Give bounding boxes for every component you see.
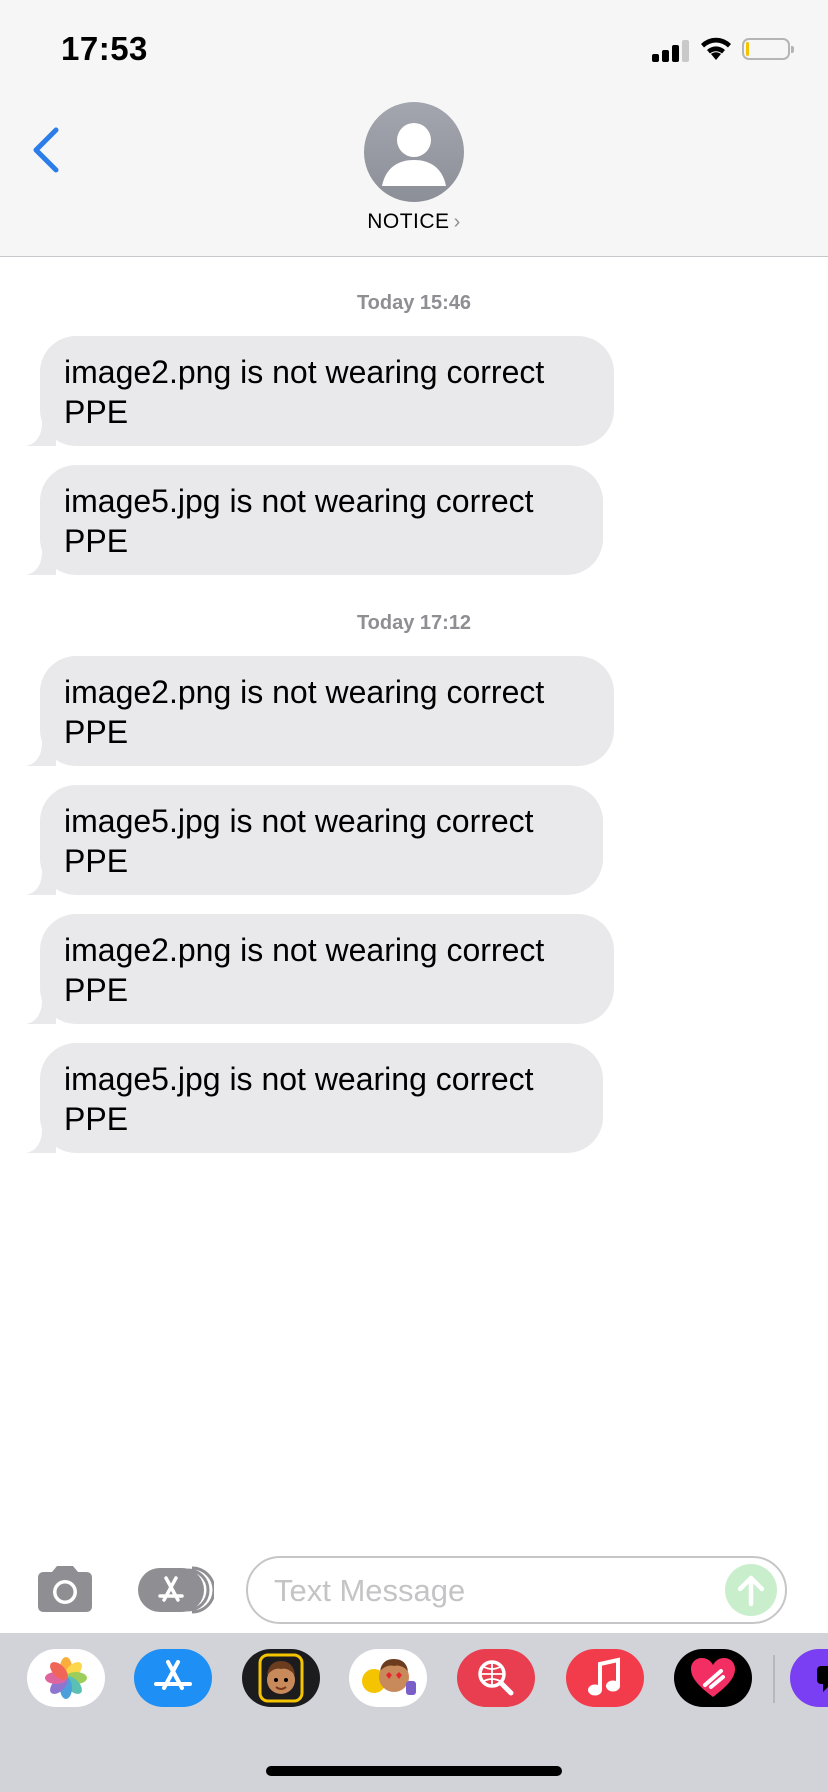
message-bubble[interactable]: image2.png is not wearing correct PPE	[26, 914, 614, 1024]
camera-button[interactable]	[34, 1564, 96, 1614]
app-store-drawer-button[interactable]	[138, 1566, 216, 1614]
message-bubble[interactable]: image2.png is not wearing correct PPE	[26, 656, 614, 766]
message-bubble[interactable]: image5.jpg is not wearing correct PPE	[26, 465, 603, 575]
back-button[interactable]	[28, 124, 68, 178]
drawer-divider	[773, 1655, 775, 1703]
message-input[interactable]	[272, 1568, 716, 1614]
more-apps-button[interactable]	[790, 1649, 828, 1707]
chevron-right-icon: ›	[453, 211, 461, 233]
message-input-field[interactable]	[246, 1556, 787, 1624]
app-store-app-button[interactable]	[134, 1649, 212, 1707]
photos-app-button[interactable]	[27, 1649, 105, 1707]
message-line: PPE	[64, 714, 129, 750]
message-line: PPE	[64, 843, 129, 879]
person-icon	[382, 123, 446, 186]
contact-avatar[interactable]	[364, 102, 464, 202]
app-store-icon	[154, 1660, 192, 1690]
timestamp: Today 15:46	[356, 292, 472, 314]
more-apps-icon	[817, 1666, 828, 1692]
message-bubble[interactable]: image5.jpg is not wearing correct PPE	[26, 785, 603, 895]
battery-icon	[742, 38, 794, 60]
message-line: image2.png is not wearing correct	[64, 354, 545, 390]
music-app-button[interactable]	[566, 1649, 644, 1707]
web-search-app-button[interactable]	[457, 1649, 535, 1707]
contact-name: NOTICE	[367, 210, 450, 233]
animoji-stickers-icon	[362, 1659, 416, 1695]
message-bubble[interactable]: image5.jpg is not wearing correct PPE	[26, 1043, 603, 1153]
chevron-left-icon	[33, 127, 59, 173]
contact-name-button[interactable]: NOTICE ›	[0, 210, 828, 234]
message-line: PPE	[64, 972, 129, 1008]
memoji-app-button[interactable]	[242, 1649, 320, 1707]
message-line: PPE	[64, 523, 129, 559]
message-line: image5.jpg is not wearing correct	[64, 1061, 534, 1097]
message-line: PPE	[64, 394, 129, 430]
message-line: image5.jpg is not wearing correct	[64, 483, 534, 519]
send-button[interactable]	[725, 1564, 777, 1616]
timestamp: Today 17:12	[356, 612, 472, 634]
conversation-header: 17:53 NOTICE ›	[0, 0, 828, 257]
status-time: 17:53	[61, 30, 148, 67]
arrow-up-icon	[737, 1575, 765, 1607]
photos-icon	[45, 1657, 87, 1699]
home-indicator	[266, 1766, 562, 1776]
web-search-icon	[478, 1660, 514, 1696]
cellular-signal-icon	[652, 38, 690, 62]
memoji-icon	[258, 1653, 304, 1703]
message-line: image2.png is not wearing correct	[64, 932, 545, 968]
app-store-icon	[138, 1566, 216, 1614]
digital-touch-app-button[interactable]	[674, 1649, 752, 1707]
camera-icon	[38, 1566, 92, 1612]
message-bubble[interactable]: image2.png is not wearing correct PPE	[26, 336, 614, 446]
animoji-stickers-app-button[interactable]	[349, 1649, 427, 1707]
message-line: image5.jpg is not wearing correct	[64, 803, 534, 839]
digital-touch-icon	[691, 1658, 735, 1697]
message-line: PPE	[64, 1101, 129, 1137]
message-line: image2.png is not wearing correct	[64, 674, 545, 710]
wifi-icon	[701, 37, 731, 60]
music-icon	[588, 1657, 620, 1696]
